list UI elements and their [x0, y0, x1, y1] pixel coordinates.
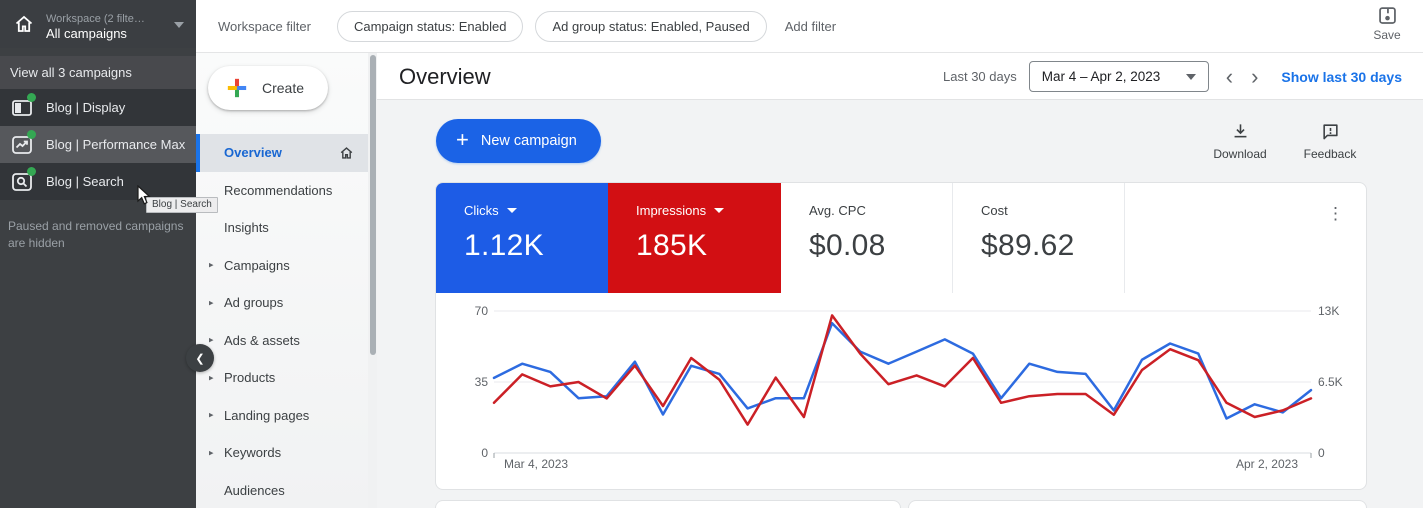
collapse-sidebar-button[interactable]: ❮ — [186, 344, 214, 372]
save-icon — [1378, 7, 1396, 24]
page-title: Overview — [399, 64, 491, 89]
search-campaign-icon — [10, 166, 36, 194]
campaign-tooltip: Blog | Search — [146, 197, 218, 213]
nav-scrollbar-thumb[interactable] — [369, 55, 376, 355]
right-axis-tick-6-5k: 6.5K — [1318, 375, 1343, 389]
expand-arrow-icon[interactable]: ▸ — [209, 335, 214, 346]
expand-arrow-icon[interactable]: ▸ — [209, 260, 214, 271]
create-button[interactable]: Create — [208, 66, 328, 110]
campaign-item-display[interactable]: Blog | Display — [0, 89, 196, 126]
overview-chart-card: Clicks 1.12K Impressions 185K Avg. CPC $… — [435, 182, 1367, 490]
expand-arrow-icon[interactable]: ▸ — [209, 372, 214, 383]
x-axis-end-label: Apr 2, 2023 — [1235, 457, 1298, 471]
nav-item-keywords[interactable]: ▸ Keywords — [196, 434, 368, 472]
nav-item-recommendations[interactable]: Recommendations — [196, 172, 368, 210]
scorecard-avg-cpc[interactable]: Avg. CPC $0.08 — [781, 183, 953, 293]
display-campaign-icon — [10, 92, 36, 120]
time-series-chart: 70 35 0 13K 6.5K 0 Mar 4, 2023 Apr 2, 20… — [436, 293, 1366, 489]
next-section-card-right — [908, 500, 1367, 508]
left-axis-tick-70: 70 — [474, 304, 488, 318]
nav-item-products[interactable]: ▸ Products — [196, 359, 368, 397]
mouse-cursor — [137, 185, 151, 205]
campaign-status-chip[interactable]: Campaign status: Enabled — [336, 10, 524, 42]
x-axis-start-label: Mar 4, 2023 — [504, 457, 569, 471]
home-icon — [15, 15, 33, 32]
caret-down-icon — [1185, 73, 1196, 80]
navigation-panel: Create Overview Recommendations Insights… — [196, 53, 368, 508]
right-axis-tick-0: 0 — [1318, 446, 1325, 460]
nav-item-insights[interactable]: Insights — [196, 209, 368, 247]
prev-period-button[interactable]: ‹ — [1217, 63, 1242, 89]
workspace-sidebar: Workspace (2 filte… All campaigns View a… — [0, 0, 218, 508]
left-axis-tick-0: 0 — [481, 446, 488, 460]
workspace-header[interactable]: Workspace (2 filte… All campaigns — [0, 0, 196, 48]
download-icon — [1234, 124, 1246, 138]
paused-hidden-note: Paused and removed campaigns are hidden — [8, 219, 184, 250]
scorecard-cost[interactable]: Cost $89.62 — [953, 183, 1125, 293]
workspace-title: Workspace (2 filte… — [46, 13, 145, 25]
chevron-right-icon: › — [1251, 63, 1259, 89]
right-axis-tick-13k: 13K — [1318, 304, 1340, 318]
nav-item-ads-assets[interactable]: ▸ Ads & assets — [196, 322, 368, 360]
workspace-filter-label: Workspace filter — [218, 18, 311, 34]
scorecard-filler: ⋮ — [1125, 183, 1366, 293]
nav-item-overview[interactable]: Overview — [196, 134, 368, 172]
nav-item-ad-groups[interactable]: ▸ Ad groups — [196, 284, 368, 322]
overview-home-icon — [338, 144, 355, 161]
home-button[interactable] — [8, 8, 40, 40]
clicks-value: 1.12K — [464, 229, 544, 262]
filter-bar: Workspace filter Campaign status: Enable… — [196, 0, 1423, 53]
nav-item-campaigns[interactable]: ▸ Campaigns — [196, 247, 368, 285]
impressions-value: 185K — [636, 229, 708, 262]
main-content: + New campaign Download Feedback Clicks … — [377, 100, 1423, 508]
chevron-collapse-icon: ❮ — [195, 352, 205, 365]
scorecard-impressions[interactable]: Impressions 185K — [608, 183, 781, 293]
status-enabled-dot — [27, 92, 36, 102]
caret-down-icon[interactable] — [506, 208, 517, 213]
nav-item-audiences[interactable]: Audiences — [196, 472, 368, 508]
ad-group-status-chip[interactable]: Ad group status: Enabled, Paused — [535, 10, 767, 42]
status-enabled-dot — [27, 129, 36, 139]
nav-list: Overview Recommendations Insights ▸ Campa… — [196, 134, 368, 508]
new-campaign-button[interactable]: + New campaign — [436, 119, 601, 163]
caret-down-icon[interactable] — [714, 208, 725, 213]
google-plus-icon — [227, 78, 247, 98]
performance-max-campaign-icon — [10, 129, 36, 157]
show-last-30-days-link[interactable]: Show last 30 days — [1281, 69, 1402, 85]
range-label: Last 30 days — [943, 69, 1017, 84]
scorecard-clicks[interactable]: Clicks 1.12K — [436, 183, 608, 293]
workspace-subtitle: All campaigns — [46, 26, 127, 41]
kebab-menu-icon[interactable]: ⋮ — [1327, 205, 1344, 222]
next-period-button[interactable]: › — [1242, 63, 1267, 89]
scorecard-row: Clicks 1.12K Impressions 185K Avg. CPC $… — [436, 183, 1366, 293]
add-filter-button[interactable]: Add filter — [785, 19, 836, 34]
campaign-item-performance-max[interactable]: Blog | Performance Max — [0, 126, 196, 163]
nav-item-landing-pages[interactable]: ▸ Landing pages — [196, 397, 368, 435]
workspace-caret-down-icon[interactable] — [174, 22, 184, 28]
expand-arrow-icon[interactable]: ▸ — [209, 447, 214, 458]
save-button[interactable]: Save — [1365, 5, 1409, 42]
download-button[interactable]: Download — [1208, 122, 1272, 161]
expand-arrow-icon[interactable]: ▸ — [209, 410, 214, 421]
page-header: Overview Last 30 days Mar 4 – Apr 2, 202… — [377, 53, 1423, 100]
view-all-campaigns[interactable]: View all 3 campaigns — [0, 56, 196, 89]
nav-scrollbar[interactable] — [368, 53, 377, 508]
feedback-button[interactable]: Feedback — [1298, 122, 1362, 161]
status-enabled-dot — [27, 166, 36, 176]
date-controls: Last 30 days Mar 4 – Apr 2, 2023 ‹ › Sho… — [943, 53, 1402, 100]
plus-icon: + — [456, 127, 469, 152]
campaign-item-search[interactable]: Blog | Search — [0, 163, 196, 200]
avg-cpc-value: $0.08 — [809, 229, 886, 262]
chevron-left-icon: ‹ — [1225, 63, 1234, 89]
cost-value: $89.62 — [981, 229, 1075, 262]
left-axis-tick-35: 35 — [474, 375, 488, 389]
selected-indicator — [196, 134, 200, 172]
date-range-select[interactable]: Mar 4 – Apr 2, 2023 — [1028, 61, 1209, 92]
feedback-icon — [1322, 124, 1338, 140]
expand-arrow-icon[interactable]: ▸ — [209, 297, 214, 308]
next-section-card-left — [435, 500, 901, 508]
